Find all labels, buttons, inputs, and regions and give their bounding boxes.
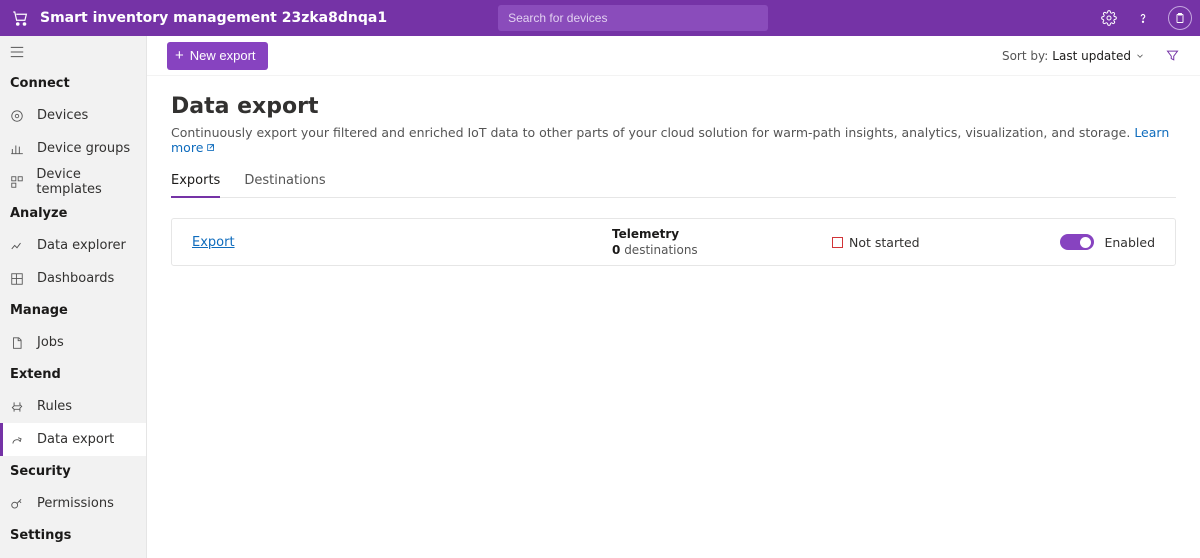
sort-value: Last updated <box>1052 49 1131 63</box>
sidebar-item-data-export[interactable]: Data export <box>0 423 146 456</box>
sidebar-item-label: Data explorer <box>37 238 126 253</box>
toolbar: + New export Sort by: Last updated <box>147 36 1200 76</box>
enabled-toggle[interactable] <box>1060 234 1094 250</box>
page-title: Data export <box>171 94 1176 119</box>
devices-icon <box>9 108 25 124</box>
main-content: + New export Sort by: Last updated Data … <box>147 36 1200 558</box>
sidebar-item-label: Device templates <box>36 167 146 197</box>
section-connect: Connect <box>0 68 146 99</box>
export-row: Export Telemetry 0 destinations Not star… <box>171 218 1176 266</box>
rules-icon <box>9 399 25 415</box>
section-manage: Manage <box>0 295 146 326</box>
new-export-label: New export <box>190 48 256 63</box>
device-groups-icon <box>9 141 25 157</box>
section-extend: Extend <box>0 359 146 390</box>
sidebar-item-dashboards[interactable]: Dashboards <box>0 262 146 295</box>
sidebar-item-label: Data export <box>37 432 114 447</box>
sort-control[interactable]: Sort by: Last updated <box>1002 49 1145 63</box>
search-input[interactable] <box>508 11 758 25</box>
account-icon[interactable] <box>1160 0 1200 36</box>
new-export-button[interactable]: + New export <box>167 42 268 70</box>
filter-icon[interactable] <box>1165 48 1180 63</box>
section-security: Security <box>0 456 146 487</box>
export-telemetry: Telemetry 0 destinations <box>612 227 832 257</box>
sidebar-item-permissions[interactable]: Permissions <box>0 487 146 520</box>
sidebar-item-label: Device groups <box>37 141 130 156</box>
data-export-icon <box>9 432 25 448</box>
sidebar-item-label: Jobs <box>37 335 64 350</box>
tab-bar: Exports Destinations <box>171 173 1176 198</box>
sidebar-item-devices[interactable]: Devices <box>0 99 146 132</box>
sidebar-item-device-groups[interactable]: Device groups <box>0 132 146 165</box>
help-icon[interactable] <box>1126 0 1160 36</box>
telemetry-title: Telemetry <box>612 227 832 243</box>
sidebar-item-rules[interactable]: Rules <box>0 390 146 423</box>
data-explorer-icon <box>9 238 25 254</box>
tab-exports[interactable]: Exports <box>171 173 220 198</box>
settings-icon[interactable] <box>1092 0 1126 36</box>
tab-destinations[interactable]: Destinations <box>244 173 325 197</box>
sidebar-item-label: Dashboards <box>37 271 114 286</box>
destinations-count: 0 destinations <box>612 243 832 257</box>
app-logo-icon[interactable] <box>0 9 40 27</box>
sidebar-item-data-explorer[interactable]: Data explorer <box>0 229 146 262</box>
chevron-down-icon <box>1135 51 1145 61</box>
status-not-started-icon <box>832 237 843 248</box>
dashboards-icon <box>9 271 25 287</box>
enabled-label: Enabled <box>1104 235 1155 250</box>
page-description: Continuously export your filtered and en… <box>171 125 1176 155</box>
app-title: Smart inventory management 23zka8dnqa1 <box>40 10 403 26</box>
enabled-toggle-wrap: Enabled <box>1060 234 1155 250</box>
sidebar-item-label: Rules <box>37 399 72 414</box>
external-link-icon <box>206 143 216 153</box>
status-text: Not started <box>849 235 920 250</box>
device-templates-icon <box>9 174 24 190</box>
sidebar: Connect Devices Device groups Device tem… <box>0 36 147 558</box>
permissions-icon <box>9 496 25 512</box>
sort-label: Sort by: <box>1002 49 1048 63</box>
search-box[interactable] <box>498 5 768 31</box>
jobs-icon <box>9 335 25 351</box>
export-status: Not started <box>832 235 1052 250</box>
export-name-link[interactable]: Export <box>192 235 612 250</box>
sidebar-item-jobs[interactable]: Jobs <box>0 326 146 359</box>
sidebar-item-label: Permissions <box>37 496 114 511</box>
plus-icon: + <box>175 48 184 63</box>
sidebar-item-device-templates[interactable]: Device templates <box>0 165 146 198</box>
section-analyze: Analyze <box>0 198 146 229</box>
top-bar: Smart inventory management 23zka8dnqa1 <box>0 0 1200 36</box>
collapse-nav-icon[interactable] <box>0 36 146 68</box>
section-settings: Settings <box>0 520 146 551</box>
sidebar-item-label: Devices <box>37 108 88 123</box>
